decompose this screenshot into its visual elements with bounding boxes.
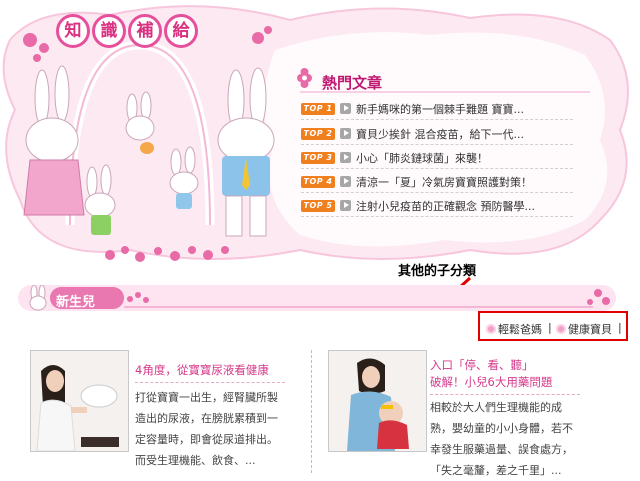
article-title-line: 入口「停、看、聽」 [430,358,534,372]
rank-badge: TOP 3 [301,152,335,164]
summary-line: 打從寶寶一出生，經腎臟所製 [135,391,278,404]
title-char-4: 給 [164,14,198,48]
summary-line: 幸發生服藥過量、誤食處方， [430,443,573,456]
rank-badge: TOP 2 [301,128,335,140]
article-summary: 打從寶寶一出生，經腎臟所製 造出的尿液，在膀胱累積到一 定容量時，即會從尿道排出… [135,387,278,471]
photo-woman-diaper [31,351,128,452]
summary-line: 造出的尿液，在膀胱累積到一 [135,412,278,425]
subcategory-label: 健康寶貝 [568,323,612,336]
article-photo[interactable] [328,350,427,452]
divider [301,119,573,120]
summary-line: 而受生理機能、飲食、... [135,454,256,467]
subcategory-box: 輕鬆爸媽 | 健康寶貝 | [478,311,628,341]
article-title-line: 破解！小兒6大用藥問題 [430,375,553,389]
summary-line: 定容量時，即會從尿道排出。 [135,433,278,446]
hot-article-link[interactable]: 小心「肺炎鏈球菌」來襲！ [356,150,488,166]
hot-article-item[interactable]: TOP 1 新手媽咪的第一個棘手難題 寶寶... [301,101,581,121]
hot-article-item[interactable]: TOP 4 清涼一「夏」冷氣房寶寶照護對策！ [301,174,581,194]
hot-article-link[interactable]: 注射小兒疫苗的正確觀念 預防醫學... [356,198,535,214]
arrow-right-icon [340,128,351,139]
subcategory-link-relax-parents[interactable]: 輕鬆爸媽 [486,321,542,337]
column-divider [311,350,312,473]
arrow-right-icon [340,176,351,187]
section-title: 新生兒 [56,295,96,310]
summary-line: 「失之毫釐，差之千里」... [430,464,562,477]
rank-badge: TOP 4 [301,176,335,188]
title-char-1: 知 [56,14,90,48]
article-title[interactable]: 入口「停、看、聽」 破解！小兒6大用藥問題 [430,357,552,391]
hot-article-item[interactable]: TOP 3 小心「肺炎鏈球菌」來襲！ [301,150,581,170]
flower-icon [556,324,566,334]
rank-badge: TOP 1 [301,103,335,115]
arrow-right-icon [340,103,351,114]
flower-icon [486,324,496,334]
divider [301,216,573,217]
divider [135,382,285,383]
hot-article-link[interactable]: 寶貝少挨針 混合疫苗，給下一代... [356,126,524,142]
summary-line: 相較於大人們生理機能的成 [430,401,562,414]
hot-article-link[interactable]: 新手媽咪的第一個棘手難題 寶寶... [356,101,524,117]
divider [301,168,573,169]
separator: | [548,321,552,334]
hot-article-link[interactable]: 清涼一「夏」冷氣房寶寶照護對策！ [356,174,532,190]
divider [301,192,573,193]
divider [430,394,580,395]
article-photo[interactable] [30,350,129,452]
title-char-3: 補 [128,14,162,48]
article-title[interactable]: 4角度，從寶寶尿液看健康 [135,362,269,379]
rank-badge: TOP 5 [301,200,335,212]
hot-article-item[interactable]: TOP 2 寶貝少挨針 混合疫苗，給下一代... [301,126,581,146]
divider [301,144,573,145]
subcategory-label: 輕鬆爸媽 [498,323,542,336]
photo-mother-baby [329,351,426,451]
separator: | [618,321,622,334]
arrow-right-icon [340,200,351,211]
section-header-bar [18,285,616,311]
title-char-2: 識 [92,14,126,48]
summary-line: 熟，嬰幼童的小小身體，若不 [430,422,573,435]
hot-article-item[interactable]: TOP 5 注射小兒疫苗的正確觀念 預防醫學... [301,198,581,218]
article-summary: 相較於大人們生理機能的成 熟，嬰幼童的小小身體，若不 幸發生服藥過量、誤食處方，… [430,397,573,481]
hot-articles-title: 熱門文章 [322,74,383,92]
arrow-right-icon [340,152,351,163]
subcategory-link-healthy-baby[interactable]: 健康寶貝 [556,321,612,337]
